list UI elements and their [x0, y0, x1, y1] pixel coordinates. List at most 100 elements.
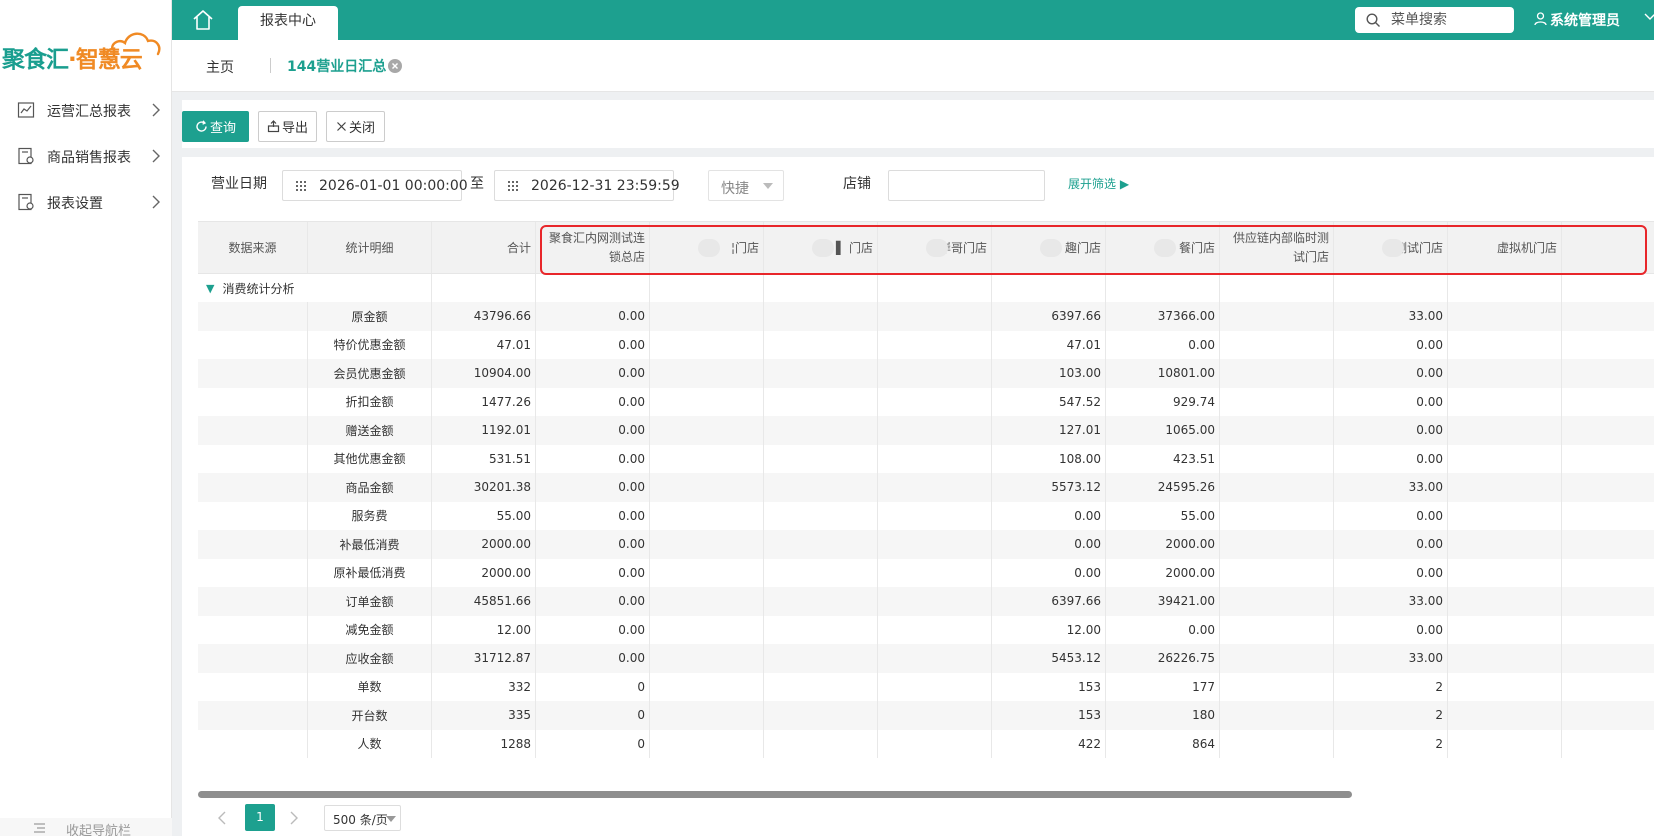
quick-range-select[interactable]: 快捷 — [708, 170, 784, 201]
table-cell — [650, 330, 764, 359]
table-cell — [198, 416, 308, 445]
breadcrumb-active-tab[interactable]: 144营业日汇总 — [287, 56, 386, 76]
close-tab-icon[interactable] — [388, 59, 402, 73]
table-cell: 0.00 — [1334, 359, 1448, 388]
table-row[interactable]: 应收金额 31712.87 0.00 5453.12 26226.75 33.00 — [198, 644, 1654, 673]
group-row[interactable]: ▼ 消费统计分析 — [198, 274, 1654, 302]
query-button[interactable]: 查询 — [182, 111, 249, 142]
sidebar-item-report-settings[interactable]: 报表设置 — [0, 184, 172, 220]
table-row[interactable]: 原金额 43796.66 0.00 6397.66 37366.00 33.00 — [198, 302, 1654, 331]
table-cell: 929.74 — [1106, 387, 1220, 416]
export-button[interactable]: 导出 — [258, 111, 317, 142]
sidebar-item-product-sales-report[interactable]: 商品销售报表 — [0, 138, 172, 174]
table-cell — [650, 302, 764, 331]
table-row[interactable]: 原补最低消费 2000.00 0.00 0.00 2000.00 0.00 — [198, 558, 1654, 587]
page-size-select[interactable]: 500 条/页 — [324, 805, 401, 831]
table-cell: 0.00 — [536, 416, 650, 445]
table-cell: 43796.66 — [432, 302, 536, 331]
column-header-detail[interactable]: 统计明细 — [308, 222, 432, 273]
table-row[interactable]: 服务费 55.00 0.00 0.00 55.00 0.00 — [198, 501, 1654, 530]
sidebar-item-operations-report[interactable]: 运营汇总报表 — [0, 92, 172, 128]
table-row[interactable]: 赠送金额 1192.01 0.00 127.01 1065.00 0.00 — [198, 416, 1654, 445]
column-header-store-6[interactable]: 餐门店 — [1106, 222, 1220, 273]
page-current[interactable]: 1 — [245, 804, 275, 831]
column-header-store-1[interactable]: 聚食汇内网测试连锁总店 — [536, 222, 650, 273]
column-header-store-3[interactable]: ▌ 门店 — [764, 222, 878, 273]
close-button[interactable]: 关闭 — [326, 111, 385, 142]
column-header-store-2[interactable]: ¦门店 — [650, 222, 764, 273]
table-cell — [1220, 672, 1334, 701]
table-cell: 55.00 — [1106, 501, 1220, 530]
column-header-store-8[interactable]: 测试门店 — [1334, 222, 1448, 273]
report-table: 数据来源 统计明细 合计 聚食汇内网测试连锁总店 ¦门店 ▌ 门店 岸哥门店 趣门店 餐门店 供应… — [182, 209, 1654, 836]
menu-search-input[interactable] — [1391, 10, 1506, 30]
toolbar: 查询 导出 关闭 — [182, 100, 1654, 148]
table-row[interactable]: 单数 332 0 153 177 2 — [198, 672, 1654, 701]
table-cell: 180 — [1106, 701, 1220, 730]
table-cell — [650, 587, 764, 616]
collapse-nav-button[interactable]: 收起导航栏 — [0, 818, 172, 836]
start-date-input[interactable]: 2026-01-01 00:00:00 — [282, 170, 468, 201]
table-cell: 0.00 — [536, 359, 650, 388]
row-label: 开台数 — [308, 701, 432, 730]
table-cell — [878, 587, 992, 616]
table-cell — [878, 444, 992, 473]
end-date-input[interactable]: 2026-12-31 23:59:59 — [494, 170, 680, 201]
column-header-label: 聚食汇内网测试连锁总店 — [548, 230, 645, 264]
table-cell — [1448, 701, 1562, 730]
table-row[interactable]: 减免金额 12.00 0.00 12.00 0.00 0.00 — [198, 615, 1654, 644]
store-input[interactable] — [888, 170, 1045, 201]
table-cell: 0.00 — [536, 387, 650, 416]
table-cell — [198, 444, 308, 473]
menu-search[interactable] — [1355, 7, 1514, 33]
breadcrumb-home[interactable]: 主页 — [206, 57, 234, 77]
table-cell — [878, 615, 992, 644]
table-row[interactable]: 补最低消费 2000.00 0.00 0.00 2000.00 0.00 — [198, 530, 1654, 559]
column-header-store-9[interactable]: 虚拟机门店 — [1448, 222, 1562, 273]
table-cell — [764, 701, 878, 730]
table-cell: 2 — [1334, 672, 1448, 701]
table-cell — [1220, 615, 1334, 644]
table-cell — [650, 444, 764, 473]
table-row[interactable]: 人数 1288 0 422 864 2 — [198, 729, 1654, 758]
table-row[interactable]: 开台数 335 0 153 180 2 — [198, 701, 1654, 730]
table-cell — [1448, 530, 1562, 559]
table-cell: 33.00 — [1334, 473, 1448, 502]
column-header-source[interactable]: 数据来源 — [198, 222, 308, 273]
table-cell — [1220, 701, 1334, 730]
column-header-store-4[interactable]: 岸哥门店 — [878, 222, 992, 273]
table-cell — [650, 359, 764, 388]
table-cell — [878, 501, 992, 530]
table-cell — [1220, 444, 1334, 473]
table-cell — [198, 302, 308, 331]
table-cell: 33.00 — [1334, 644, 1448, 673]
table-cell: 335 — [432, 701, 536, 730]
horizontal-scrollbar[interactable] — [198, 790, 1654, 799]
tab-report-center[interactable]: 报表中心 — [238, 6, 338, 40]
next-page-icon[interactable] — [289, 811, 299, 825]
table-row[interactable]: 订单金额 45851.66 0.00 6397.66 39421.00 33.00 — [198, 587, 1654, 616]
table-row[interactable]: 会员优惠金额 10904.00 0.00 103.00 10801.00 0.00 — [198, 359, 1654, 388]
column-header-store-5[interactable]: 趣门店 — [992, 222, 1106, 273]
table-row[interactable]: 其他优惠金额 531.51 0.00 108.00 423.51 0.00 — [198, 444, 1654, 473]
table-cell: 5453.12 — [992, 644, 1106, 673]
table-row[interactable]: 商品金额 30201.38 0.00 5573.12 24595.26 33.00 — [198, 473, 1654, 502]
prev-page-icon[interactable] — [217, 811, 227, 825]
report-settings-icon — [18, 193, 34, 211]
report-grid: 数据来源 统计明细 合计 聚食汇内网测试连锁总店 ¦门店 ▌ 门店 岸哥门店 趣门店 餐门店 供应… — [198, 221, 1654, 790]
expand-filter-link[interactable]: 展开筛选 ▶ — [1068, 175, 1129, 192]
table-cell — [198, 530, 308, 559]
table-cell — [764, 672, 878, 701]
table-cell — [198, 701, 308, 730]
table-cell — [650, 729, 764, 758]
table-cell: 0.00 — [1334, 501, 1448, 530]
table-row[interactable]: 特价优惠金额 47.01 0.00 47.01 0.00 0.00 — [198, 330, 1654, 359]
table-row[interactable]: 折扣金额 1477.26 0.00 547.52 929.74 0.00 — [198, 387, 1654, 416]
breadcrumb-divider — [270, 58, 271, 73]
column-header-total[interactable]: 合计 — [432, 222, 536, 273]
scrollbar-thumb[interactable] — [198, 791, 1352, 798]
home-icon[interactable] — [192, 9, 214, 31]
table-cell — [1448, 330, 1562, 359]
column-header-store-7[interactable]: 供应链内部临时测试门店 — [1220, 222, 1334, 273]
expand-triangle-icon[interactable]: ▼ — [206, 282, 214, 295]
